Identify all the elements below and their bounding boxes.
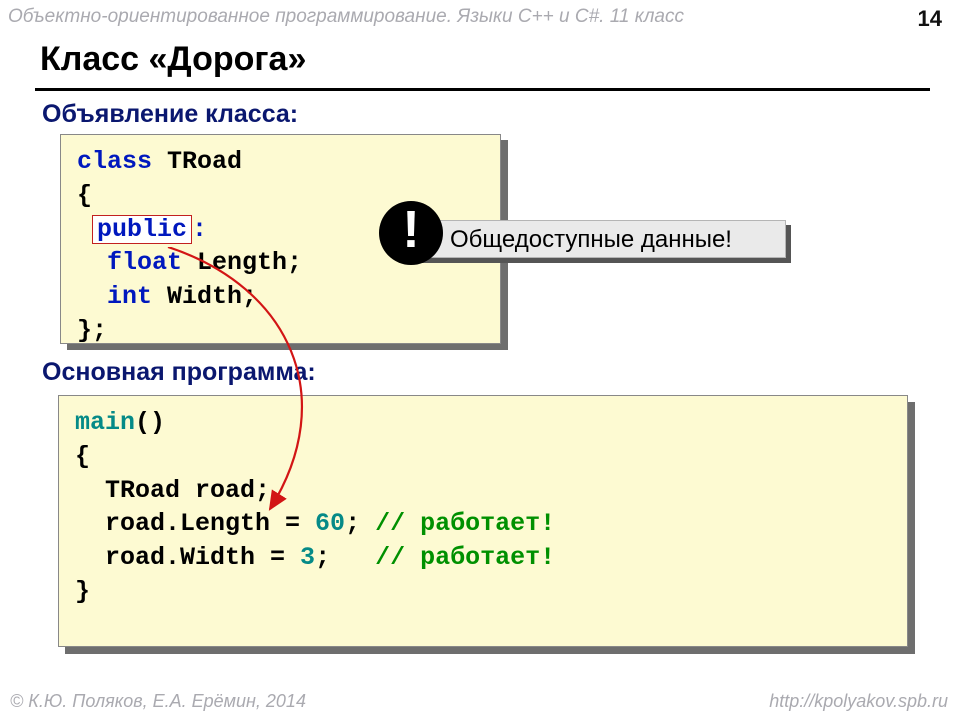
line-width-b: ; (315, 543, 375, 572)
line-troad: TRoad road; (75, 476, 270, 505)
codebox-main: main() { TRoad road; road.Length = 60; /… (58, 395, 908, 647)
num-3: 3 (300, 543, 315, 572)
colon: : (192, 215, 207, 244)
main-parens: () (135, 408, 165, 437)
footer-authors: © К.Ю. Поляков, Е.А. Ерёмин, 2014 (10, 691, 306, 712)
num-60: 60 (315, 509, 345, 538)
footer-url: http://kpolyakov.spb.ru (769, 691, 948, 712)
brace-close: }; (77, 316, 107, 345)
title-underline (35, 88, 930, 91)
field-length: Length; (182, 248, 302, 277)
page-number: 14 (918, 6, 942, 32)
line-width-a: road.Width = (75, 543, 300, 572)
exclamation-icon: ! (379, 201, 443, 265)
public-keyword-box: public (92, 215, 192, 245)
field-width: Width; (152, 282, 257, 311)
brace-open2: { (75, 442, 90, 471)
comment-1: // работает! (375, 509, 555, 538)
line-length-b: ; (345, 509, 375, 538)
callout-text: Общедоступные данные! (450, 226, 732, 254)
brace-open: { (77, 181, 92, 210)
keyword-float: float (107, 248, 182, 277)
keyword-int: int (107, 282, 152, 311)
brace-close2: } (75, 577, 90, 606)
section-main-program: Основная программа: (42, 358, 316, 387)
slide-title: Класс «Дорога» (40, 40, 306, 79)
class-name: TRoad (152, 147, 242, 176)
line-length-a: road.Length = (75, 509, 315, 538)
comment-2: // работает! (375, 543, 555, 572)
keyword-main: main (75, 408, 135, 437)
keyword-class: class (77, 147, 152, 176)
section-declaration: Объявление класса: (42, 100, 298, 129)
slide-header: Объектно-ориентированное программировани… (8, 6, 684, 28)
